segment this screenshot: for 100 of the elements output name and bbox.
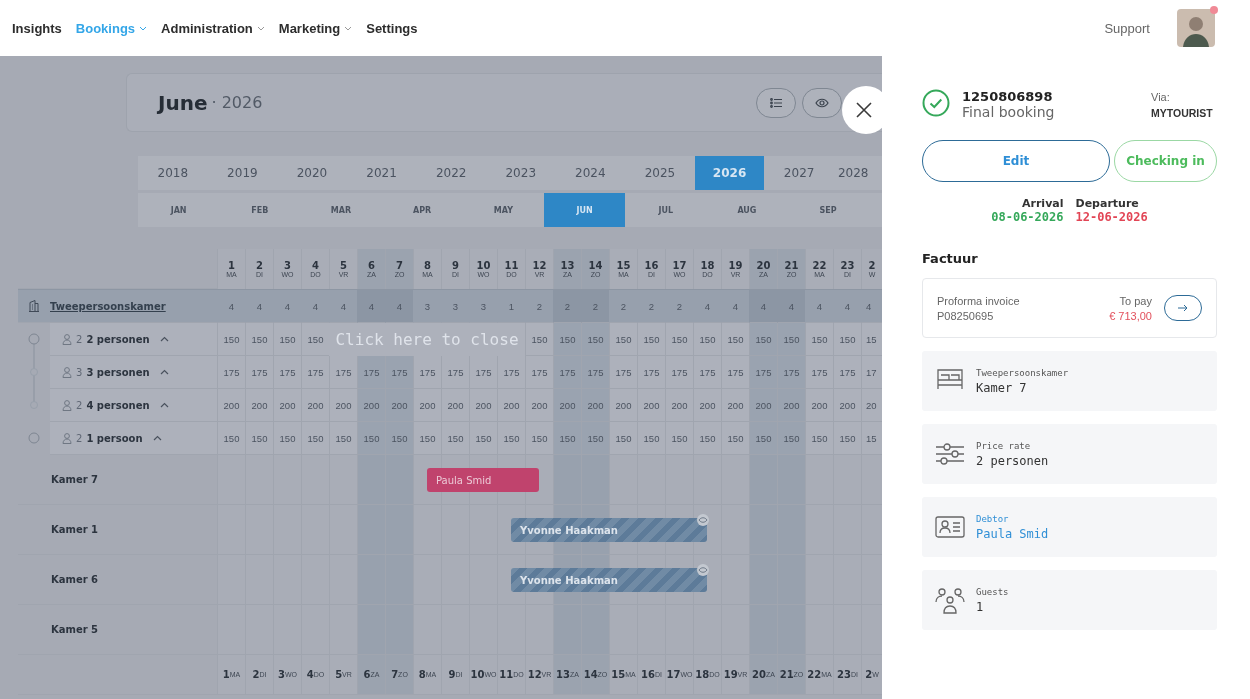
price-cell: 150 bbox=[273, 323, 301, 356]
price-cell: 200 bbox=[721, 389, 749, 422]
year-tab[interactable]: 2021 bbox=[346, 156, 417, 190]
year-tab[interactable]: 2028 bbox=[833, 156, 882, 190]
rate-name: 1 persoon bbox=[86, 432, 143, 444]
price-cell: 150 bbox=[217, 422, 245, 455]
nav-link[interactable]: Administration bbox=[161, 20, 265, 36]
building-icon bbox=[28, 300, 40, 312]
price-cell: 150 bbox=[525, 422, 553, 455]
month-tab[interactable]: MAY bbox=[462, 193, 544, 227]
rate-name: 3 personen bbox=[86, 366, 150, 378]
card-label: Price rate bbox=[976, 440, 1032, 451]
price-cell: 15 bbox=[861, 422, 882, 455]
month-tab[interactable]: FEB bbox=[219, 193, 301, 227]
price-cell: 150 bbox=[497, 422, 525, 455]
year-tab[interactable]: 2025 bbox=[625, 156, 695, 190]
room-type-link[interactable]: Tweepersoonskamer bbox=[50, 300, 166, 312]
price-cell: 150 bbox=[357, 422, 385, 455]
person-icon bbox=[62, 333, 72, 345]
year-tab[interactable]: 2018 bbox=[138, 156, 208, 190]
price-cell: 150 bbox=[301, 422, 329, 455]
price-cell: 150 bbox=[245, 422, 273, 455]
support-link[interactable]: Support bbox=[1104, 20, 1150, 36]
check-in-button[interactable]: Checking in bbox=[1114, 140, 1217, 182]
guest-count: 2 bbox=[76, 399, 83, 411]
price-cell: 200 bbox=[693, 389, 721, 422]
open-invoice-button[interactable] bbox=[1164, 295, 1202, 321]
price-cell: 175 bbox=[273, 356, 301, 389]
price-cell: 150 bbox=[721, 422, 749, 455]
price-cell: 175 bbox=[441, 356, 469, 389]
price-cell: 150 bbox=[833, 323, 861, 356]
year-tab[interactable]: 2023 bbox=[485, 156, 556, 190]
guest-count: 2 bbox=[76, 432, 83, 444]
price-cell: 200 bbox=[525, 389, 553, 422]
month-tab[interactable]: MAR bbox=[300, 193, 382, 227]
list-view-button[interactable] bbox=[756, 87, 796, 118]
availability-cell: 4 bbox=[385, 290, 413, 323]
eye-icon bbox=[697, 514, 709, 526]
year-tab[interactable]: 2020 bbox=[277, 156, 347, 190]
guest-count: 3 bbox=[76, 366, 83, 378]
month-tab[interactable]: JUL bbox=[625, 193, 707, 227]
info-card[interactable]: Debtor Paula Smid bbox=[922, 497, 1217, 557]
year-tab[interactable]: 2024 bbox=[555, 156, 626, 190]
chevron-up-icon[interactable] bbox=[159, 402, 169, 408]
month-tab[interactable]: JAN bbox=[138, 193, 220, 227]
price-cell: 175 bbox=[805, 356, 833, 389]
year-tab[interactable]: 2027 bbox=[764, 156, 834, 190]
visibility-button[interactable] bbox=[802, 87, 842, 118]
year-tab[interactable]: 2026 bbox=[694, 156, 765, 190]
price-cell: 200 bbox=[469, 389, 497, 422]
price-cell: 200 bbox=[357, 389, 385, 422]
chevron-up-icon[interactable] bbox=[159, 336, 169, 342]
day-cell bbox=[861, 455, 882, 505]
arrival-label: Arrival bbox=[1022, 197, 1064, 210]
month-tab[interactable]: APR bbox=[381, 193, 463, 227]
card-value: 2 personen bbox=[976, 453, 1049, 468]
price-cell: 150 bbox=[469, 422, 497, 455]
price-cell: 175 bbox=[245, 356, 273, 389]
price-cell: 200 bbox=[217, 389, 245, 422]
price-cell: 200 bbox=[245, 389, 273, 422]
price-cell: 175 bbox=[721, 356, 749, 389]
price-cell: 17 bbox=[861, 356, 882, 389]
price-cell: 175 bbox=[301, 356, 329, 389]
nav-link[interactable]: Bookings bbox=[75, 20, 148, 36]
month-tab[interactable]: JUN bbox=[543, 193, 626, 227]
nav-link[interactable]: Insights bbox=[12, 20, 62, 36]
chevron-up-icon[interactable] bbox=[159, 369, 169, 375]
edit-button[interactable]: Edit bbox=[922, 140, 1110, 182]
availability-cell: 4 bbox=[357, 290, 385, 323]
nav-link[interactable]: Marketing bbox=[278, 20, 353, 36]
year-tab[interactable]: 2019 bbox=[207, 156, 278, 190]
price-cell: 175 bbox=[217, 356, 245, 389]
price-cell: 150 bbox=[273, 422, 301, 455]
booking-bar[interactable]: Yvonne Haakman bbox=[511, 518, 707, 542]
booking-bar[interactable]: Yvonne Haakman bbox=[511, 568, 707, 592]
availability-cell: 2 bbox=[581, 290, 609, 323]
departure-date: 12-06-2026 bbox=[1075, 210, 1149, 224]
availability-cell: 2 bbox=[553, 290, 581, 323]
avatar-placeholder[interactable] bbox=[1177, 9, 1215, 47]
price-cell: 150 bbox=[413, 422, 441, 455]
month-tab[interactable]: AUG bbox=[706, 193, 788, 227]
price-cell: 175 bbox=[469, 356, 497, 389]
price-cell: 150 bbox=[385, 422, 413, 455]
year-tab[interactable]: 2022 bbox=[416, 156, 486, 190]
month-title: June bbox=[158, 90, 208, 115]
price-cell: 175 bbox=[385, 356, 413, 389]
price-cell: 150 bbox=[329, 422, 357, 455]
debtor-link[interactable]: Paula Smid bbox=[976, 526, 1049, 541]
booking-source: MYTOURIST bbox=[1151, 107, 1214, 119]
arrival-date: 08-06-2026 bbox=[991, 210, 1064, 224]
booking-bar[interactable]: Paula Smid bbox=[427, 468, 539, 492]
month-tab[interactable]: SEP bbox=[787, 193, 869, 227]
price-cell: 200 bbox=[749, 389, 777, 422]
chevron-up-icon[interactable] bbox=[152, 435, 162, 441]
nav-link[interactable]: Settings bbox=[366, 20, 418, 36]
invoice-number: P08250695 bbox=[937, 309, 995, 322]
id-card-icon bbox=[935, 513, 965, 541]
year-title: · 2026 bbox=[211, 93, 263, 112]
price-cell: 175 bbox=[693, 356, 721, 389]
price-cell: 150 bbox=[693, 323, 721, 356]
